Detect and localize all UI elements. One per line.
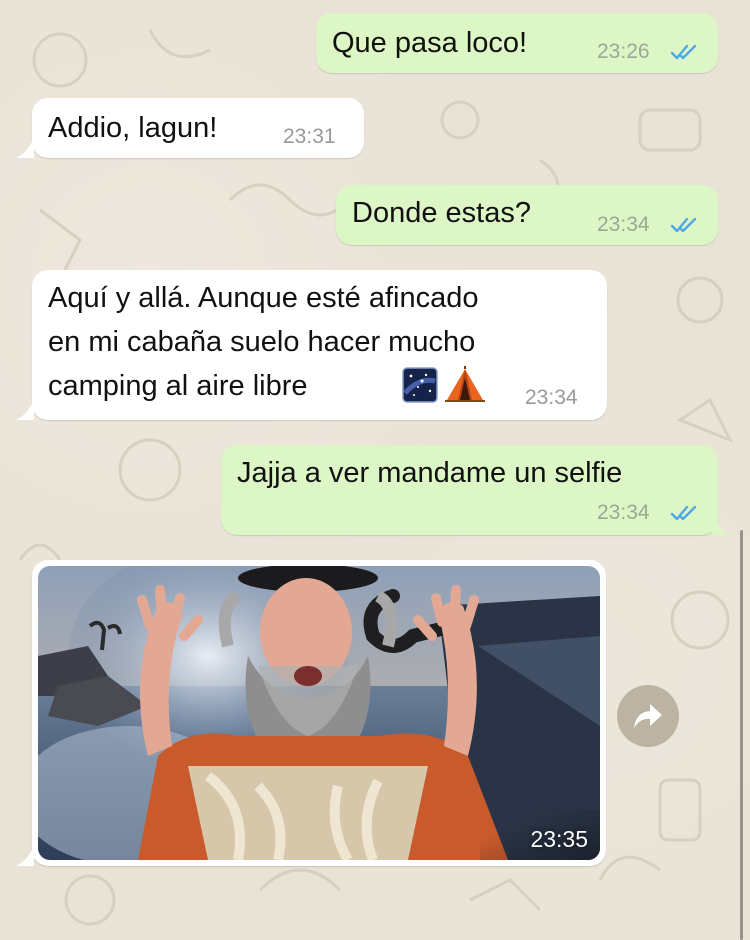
message-line: camping al aire libre <box>48 370 308 402</box>
bubble-tail <box>16 400 34 420</box>
message-time: 23:34 <box>525 386 578 409</box>
message-text: Jajja a ver mandame un selfie <box>237 457 623 489</box>
selfie-photo[interactable] <box>38 566 600 860</box>
double-check-icon <box>670 44 697 60</box>
double-check-icon <box>670 505 697 521</box>
message-time: 23:26 <box>597 40 650 63</box>
message-text: Donde estas? <box>352 197 531 229</box>
bubble-tail <box>16 138 34 158</box>
tent-emoji <box>445 366 485 402</box>
image-message[interactable]: 23:35 <box>32 560 606 866</box>
message-time: 23:31 <box>283 125 336 148</box>
forward-button[interactable] <box>617 685 679 747</box>
outgoing-message[interactable]: Jajja a ver mandame un selfie 23:34 <box>221 445 718 535</box>
message-time: 23:35 <box>530 826 588 852</box>
bubble-tail <box>712 515 730 535</box>
forward-arrow-icon <box>634 704 662 728</box>
bubble-tail <box>16 846 34 866</box>
message-time: 23:34 <box>597 213 650 236</box>
incoming-message[interactable]: Aquí y allá. Aunque esté afincado en mi … <box>32 270 607 420</box>
incoming-message[interactable]: Addio, lagun! 23:31 <box>32 98 364 158</box>
message-text: Que pasa loco! <box>332 27 528 59</box>
scrollbar[interactable] <box>740 530 743 940</box>
outgoing-message[interactable]: Donde estas? 23:34 <box>336 185 718 245</box>
night-sky-emoji <box>402 367 438 403</box>
outgoing-message[interactable]: Que pasa loco! 23:26 <box>316 13 718 73</box>
message-time: 23:34 <box>597 501 650 524</box>
message-line: Aquí y allá. Aunque esté afincado <box>48 282 479 314</box>
message-line: en mi cabaña suelo hacer mucho <box>48 326 476 358</box>
message-text: Addio, lagun! <box>48 112 218 144</box>
double-check-icon <box>670 217 697 233</box>
